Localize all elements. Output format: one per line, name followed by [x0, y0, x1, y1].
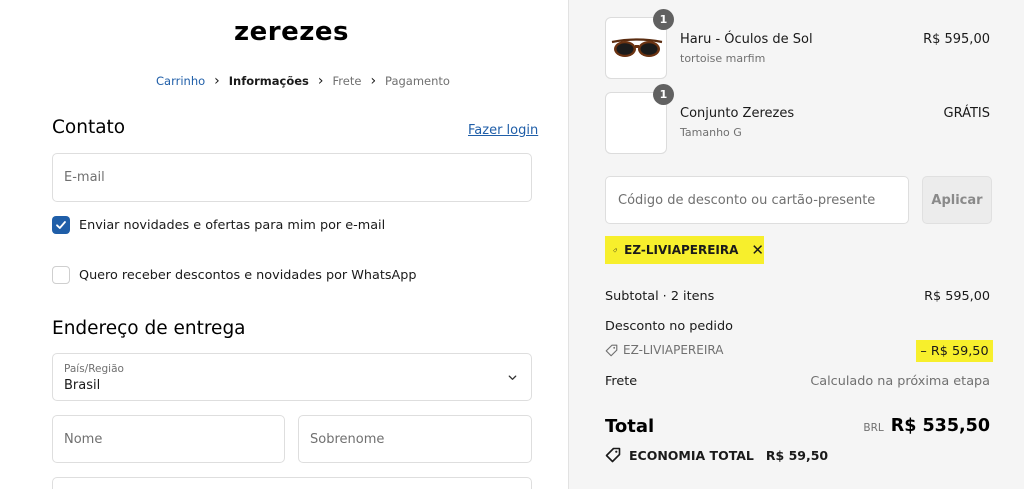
address-field[interactable] — [52, 477, 532, 489]
product-thumbnail: 1 — [605, 84, 674, 154]
last-name-placeholder: Sobrenome — [310, 432, 385, 447]
email-field[interactable]: E-mail — [52, 153, 532, 202]
item-variant: tortoise marfim — [680, 52, 766, 65]
item-price: GRÁTIS — [943, 106, 991, 121]
delivery-heading: Endereço de entrega — [52, 318, 246, 339]
total-amount: BRL R$ 535,50 — [863, 416, 990, 436]
subtotal-value: R$ 595,00 — [924, 289, 990, 304]
contact-heading: Contato — [52, 117, 126, 138]
breadcrumb-payment: Pagamento — [385, 74, 450, 88]
first-name-placeholder: Nome — [64, 432, 103, 447]
item-name: Conjunto Zerezes — [680, 106, 795, 121]
apply-discount-button[interactable]: Aplicar — [922, 176, 992, 224]
discount-placeholder: Código de desconto ou cartão-presente — [618, 193, 876, 208]
subtotal-label: Subtotal · 2 itens — [605, 289, 715, 304]
breadcrumb-cart[interactable]: Carrinho — [156, 74, 205, 88]
chevron-right-icon: › — [370, 73, 377, 89]
store-logo[interactable]: zerezes — [0, 17, 583, 47]
login-link[interactable]: Fazer login — [468, 123, 538, 138]
tag-icon — [605, 344, 618, 356]
tag-icon — [605, 447, 621, 463]
discount-label: Desconto no pedido — [605, 319, 733, 334]
item-price: R$ 595,00 — [923, 32, 990, 47]
total-label: Total — [605, 416, 655, 437]
country-label: País/Região — [64, 363, 124, 375]
newsletter-checkbox[interactable] — [52, 216, 70, 234]
email-placeholder: E-mail — [64, 170, 105, 185]
savings-value: R$ 59,50 — [765, 447, 829, 463]
chevron-down-icon — [508, 375, 517, 380]
country-select[interactable]: País/Região Brasil — [52, 353, 532, 401]
breadcrumb-info: Informações — [228, 74, 309, 88]
chevron-right-icon: › — [214, 73, 220, 89]
chevron-right-icon: › — [317, 73, 324, 89]
tag-icon — [613, 248, 617, 252]
item-name: Haru - Óculos de Sol — [680, 32, 813, 47]
item-variant: Tamanho G — [680, 126, 742, 139]
applied-discount-chip: EZ-LIVIAPEREIRA ✕ — [605, 236, 764, 264]
whatsapp-option[interactable]: Quero receber descontos e novidades por … — [52, 266, 417, 284]
currency-code: BRL — [863, 422, 884, 434]
newsletter-option[interactable]: Enviar novidades e ofertas para mim por … — [52, 216, 385, 234]
whatsapp-label: Quero receber descontos e novidades por … — [79, 267, 417, 283]
quantity-badge: 1 — [653, 9, 674, 30]
discount-code-line: EZ-LIVIAPEREIRA — [605, 343, 723, 357]
remove-code-icon[interactable]: ✕ — [751, 241, 764, 259]
discount-code-input[interactable]: Código de desconto ou cartão-presente — [605, 176, 909, 224]
first-name-field[interactable]: Nome — [52, 415, 285, 463]
shipping-label: Frete — [605, 374, 638, 389]
last-name-field[interactable]: Sobrenome — [298, 415, 532, 463]
discount-value: – R$ 59,50 — [916, 340, 993, 362]
breadcrumb: Carrinho › Informações › Frete › Pagamen… — [156, 74, 450, 88]
quantity-badge: 1 — [653, 84, 674, 105]
breadcrumb-shipping: Frete — [332, 74, 362, 88]
savings-label: ECONOMIA TOTAL — [629, 447, 754, 463]
total-value: R$ 535,50 — [890, 416, 990, 436]
country-value: Brasil — [64, 378, 101, 393]
product-thumbnail: 1 — [605, 9, 674, 79]
order-summary-panel: 1 Haru - Óculos de Sol tortoise marfim R… — [568, 0, 1024, 489]
checkout-form-panel: zerezes Carrinho › Informações › Frete ›… — [0, 0, 568, 489]
total-savings: ECONOMIA TOTAL R$ 59,50 — [605, 447, 828, 463]
shipping-value: Calculado na próxima etapa — [810, 374, 990, 389]
checkmark-icon — [56, 221, 66, 229]
newsletter-label: Enviar novidades e ofertas para mim por … — [79, 217, 386, 233]
whatsapp-checkbox[interactable] — [52, 266, 70, 284]
discount-code: EZ-LIVIAPEREIRA — [623, 343, 724, 357]
applied-code: EZ-LIVIAPEREIRA — [624, 243, 739, 257]
